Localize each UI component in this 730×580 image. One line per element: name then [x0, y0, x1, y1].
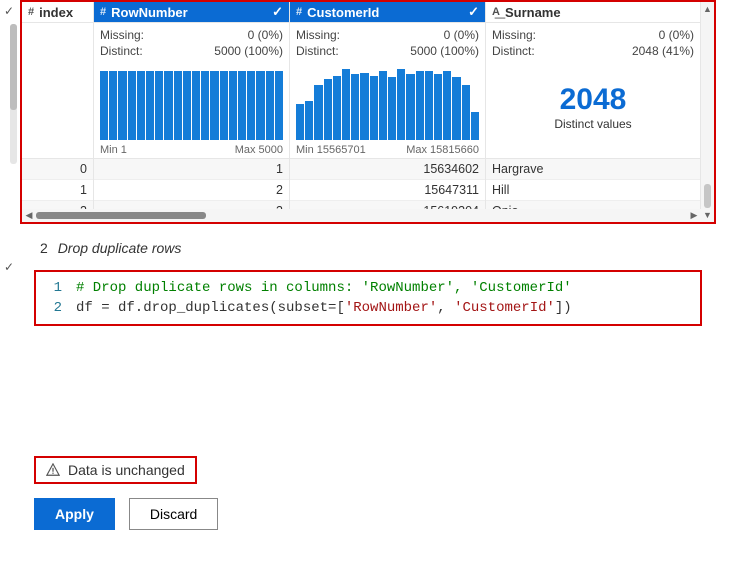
column-index: # index 0 1 2: [22, 2, 94, 222]
cell-index: 0: [22, 159, 93, 180]
stat-value: 2048 (41%): [632, 43, 694, 59]
column-header-index[interactable]: # index: [22, 2, 93, 23]
column-customerid: # CustomerId ✓ Missing: 0 (0%) Distinct: 5…: [290, 2, 486, 222]
check-icon: ✓: [468, 4, 479, 20]
hist-min: Min 1: [100, 144, 127, 156]
column-header-customerid[interactable]: # CustomerId ✓: [290, 2, 485, 23]
histogram-rownumber: [100, 59, 283, 140]
minimap-scrollbar[interactable]: [10, 24, 17, 164]
cell-surname: Hill: [486, 180, 700, 201]
warning-icon: [46, 463, 60, 477]
histogram-customerid: [296, 59, 479, 140]
code-text: ]): [555, 300, 572, 316]
column-label: index: [39, 5, 73, 20]
scroll-down-icon[interactable]: ▼: [701, 208, 714, 222]
column-rownumber: # RowNumber ✓ Missing: 0 (0%) Distinct: 50…: [94, 2, 290, 222]
column-stats-index: [22, 23, 93, 159]
code-editor[interactable]: 1 # Drop duplicate rows in columns: 'Row…: [34, 270, 702, 326]
cell-customerid: 15647311: [290, 180, 485, 201]
hash-icon: #: [100, 6, 106, 18]
hist-min: Min 15565701: [296, 144, 366, 156]
code-comment: # Drop duplicate rows in columns: 'RowNu…: [76, 280, 572, 296]
code-text: df = df.drop_duplicates(subset=[: [76, 300, 345, 316]
apply-button[interactable]: Apply: [34, 498, 115, 530]
cell-customerid: 15634602: [290, 159, 485, 180]
code-string: 'RowNumber': [345, 300, 437, 316]
hash-icon: #: [28, 6, 34, 18]
stat-value: 0 (0%): [248, 27, 283, 43]
column-surname: A͟ Surname Missing: 0 (0%) Distinct: 2048 …: [486, 2, 701, 222]
scroll-right-icon[interactable]: ▶: [687, 210, 701, 221]
step-number: 2: [40, 240, 48, 256]
column-stats-surname: Missing:0 (0%) Distinct:2048 (41%) 2048 …: [486, 23, 700, 159]
code-string: 'CustomerId': [454, 300, 555, 316]
stat-label: Distinct:: [492, 43, 535, 59]
code-text: ,: [437, 300, 454, 316]
cell-index: 1: [22, 180, 93, 201]
scrollbar-thumb[interactable]: [704, 184, 711, 208]
stat-value: 0 (0%): [659, 27, 694, 43]
hist-max: Max 15815660: [406, 144, 479, 156]
horizontal-scrollbar[interactable]: ◀ ▶: [22, 209, 701, 222]
scrollbar-thumb[interactable]: [36, 212, 206, 219]
step-title: Drop duplicate rows: [58, 240, 182, 256]
cell-rownumber: 2: [94, 180, 289, 201]
stat-value: 0 (0%): [444, 27, 479, 43]
column-stats-rownumber: Missing: 0 (0%) Distinct: 5000 (100%) Min …: [94, 23, 289, 159]
scroll-up-icon[interactable]: ▲: [701, 2, 714, 16]
status-text: Data is unchanged: [68, 462, 185, 478]
distinct-count: 2048: [560, 85, 627, 115]
column-header-surname[interactable]: A͟ Surname: [486, 2, 700, 23]
line-number: 2: [36, 298, 76, 318]
stat-label: Missing:: [296, 27, 340, 43]
step-caption: 2 Drop duplicate rows: [20, 224, 716, 270]
stat-value: 5000 (100%): [214, 43, 283, 59]
column-label: Surname: [505, 5, 561, 20]
column-label: RowNumber: [111, 5, 188, 20]
cell-rownumber: 1: [94, 159, 289, 180]
distinct-caption: Distinct values: [554, 117, 631, 131]
stat-label: Distinct:: [100, 43, 143, 59]
cell-gutter: ✓ ✓: [0, 0, 20, 580]
hist-max: Max 5000: [235, 144, 283, 156]
scroll-left-icon[interactable]: ◀: [22, 210, 36, 221]
hash-icon: #: [296, 6, 302, 18]
cell-surname: Hargrave: [486, 159, 700, 180]
text-icon: A͟: [492, 6, 500, 18]
vertical-scrollbar[interactable]: ▲ ▼: [701, 2, 714, 222]
column-header-rownumber[interactable]: # RowNumber ✓: [94, 2, 289, 23]
column-stats-customerid: Missing: 0 (0%) Distinct: 5000 (100%) Min …: [290, 23, 485, 159]
column-label: CustomerId: [307, 5, 379, 20]
line-number: 1: [36, 278, 76, 298]
stat-label: Distinct:: [296, 43, 339, 59]
stat-value: 5000 (100%): [410, 43, 479, 59]
status-message: Data is unchanged: [34, 456, 197, 484]
check-icon: ✓: [272, 4, 283, 20]
discard-button[interactable]: Discard: [129, 498, 218, 530]
check-icon: ✓: [4, 4, 14, 18]
minimap-scrollbar-thumb[interactable]: [10, 24, 17, 110]
stat-label: Missing:: [100, 27, 144, 43]
data-preview-panel: # index 0 1 2 # R: [20, 0, 716, 224]
check-icon: ✓: [4, 260, 14, 274]
stat-label: Missing:: [492, 27, 536, 43]
